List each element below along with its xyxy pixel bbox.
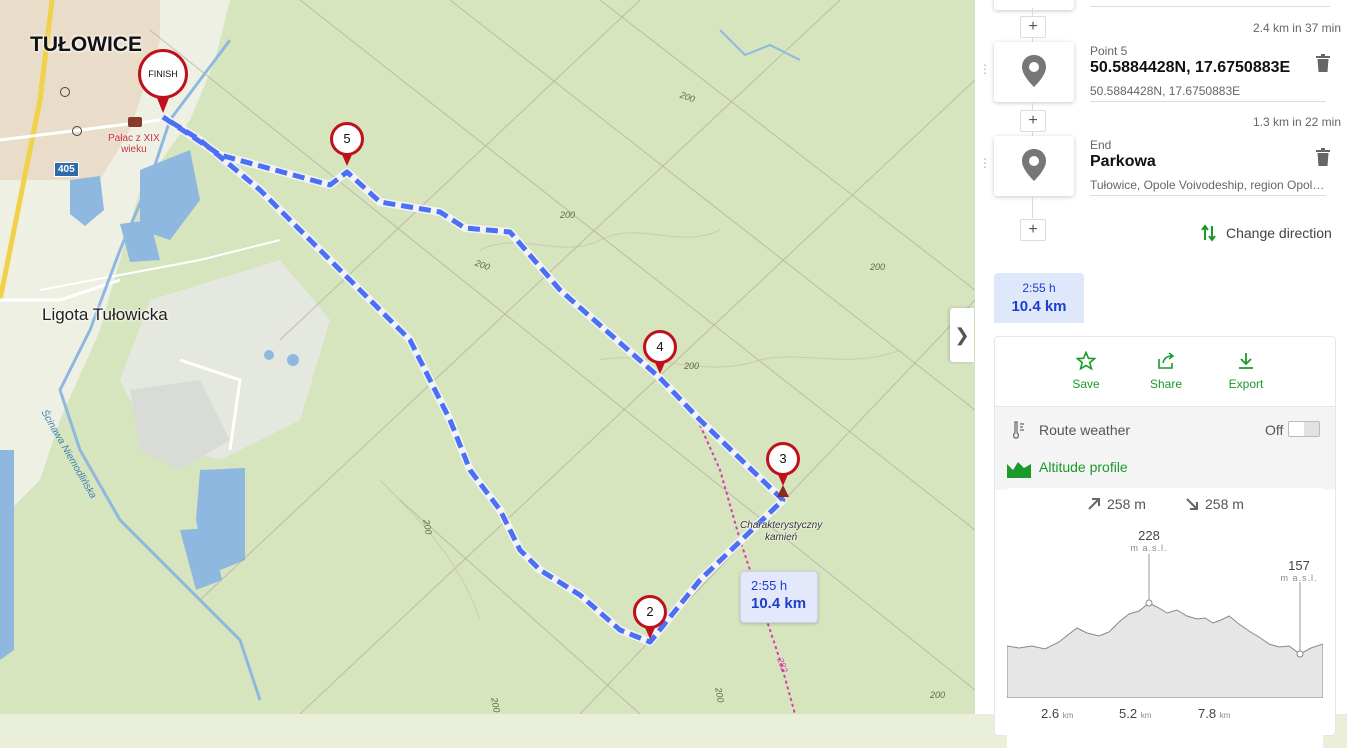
waypoint-previous-subtitle bbox=[1090, 0, 1330, 7]
x-tick-3-unit: km bbox=[1219, 711, 1231, 720]
summary-time: 2:55 h bbox=[1022, 281, 1056, 295]
waypoint-title[interactable]: 50.5884428N, 17.6750883E bbox=[1090, 59, 1290, 77]
altitude-profile-label: Altitude profile bbox=[1039, 459, 1128, 475]
chevron-right-icon: ❯ bbox=[954, 325, 970, 345]
summary-distance: 10.4 km bbox=[1011, 298, 1067, 315]
route-bubble-distance: 10.4 km bbox=[751, 595, 807, 612]
route-detail-card: Save Share Export Route weather Off Alti… bbox=[994, 336, 1336, 748]
waypoint-icon-box[interactable] bbox=[994, 42, 1074, 102]
contour-label: 200 bbox=[684, 361, 700, 371]
location-pin-icon bbox=[1022, 149, 1046, 181]
route-bubble-time: 2:55 h bbox=[751, 578, 788, 593]
collapse-panel-button[interactable]: ❯ bbox=[950, 308, 974, 362]
poi-label-palace: Pałac z XIX wieku bbox=[108, 133, 160, 155]
add-waypoint-button[interactable]: + bbox=[1020, 16, 1046, 38]
x-tick-1-unit: km bbox=[1062, 711, 1074, 720]
change-direction-button[interactable]: Change direction bbox=[1200, 222, 1332, 244]
waypoint-subtitle: Tułowice, Opole Voivodeship, region Opol… bbox=[1090, 178, 1326, 196]
route-marker-4-label: 4 bbox=[643, 330, 677, 364]
contour-label: 200 bbox=[560, 210, 576, 220]
route-connector-line bbox=[1032, 196, 1033, 218]
chapel-icon bbox=[60, 87, 70, 97]
contour-label: 200 bbox=[870, 262, 886, 272]
waypoint-title[interactable]: Parkowa bbox=[1090, 153, 1156, 171]
thermometer-icon bbox=[1013, 421, 1024, 439]
altitude-max-value: 228 bbox=[1138, 528, 1160, 543]
route-marker-5-label: 5 bbox=[330, 122, 364, 156]
trash-icon[interactable] bbox=[1315, 54, 1331, 72]
star-icon bbox=[1076, 351, 1096, 371]
map-canvas[interactable]: TUŁOWICE Ligota Tułowicka Pałac z XIX wi… bbox=[0, 0, 975, 714]
drag-handle-icon[interactable]: ⋮⋮ bbox=[979, 156, 1001, 170]
route-marker-2[interactable]: 2 bbox=[633, 595, 667, 645]
trash-icon[interactable] bbox=[1315, 148, 1331, 166]
contour-label: 200 bbox=[930, 690, 946, 700]
altitude-profile-plot bbox=[1007, 554, 1323, 698]
route-marker-5[interactable]: 5 bbox=[330, 122, 364, 172]
altitude-profile-header[interactable]: Altitude profile bbox=[995, 450, 1335, 490]
share-label: Share bbox=[1149, 377, 1183, 391]
descent-value: 258 m bbox=[1205, 496, 1244, 512]
segment-info-1: 2.4 km in 37 min bbox=[1252, 21, 1341, 35]
share-icon bbox=[1158, 352, 1175, 369]
road-number-shield: 405 bbox=[54, 162, 79, 177]
descent-stat: 258 m bbox=[1185, 496, 1244, 512]
download-icon bbox=[1239, 353, 1253, 369]
route-summary-tab[interactable]: 2:55 h 10.4 km bbox=[994, 273, 1084, 323]
waypoint-icon-box[interactable] bbox=[994, 136, 1074, 196]
swap-direction-icon bbox=[1201, 224, 1216, 242]
share-button[interactable]: Share bbox=[1136, 351, 1196, 391]
save-label: Save bbox=[1072, 377, 1100, 391]
waypoint-kind: End bbox=[1090, 138, 1112, 152]
add-waypoint-button[interactable]: + bbox=[1020, 110, 1046, 132]
ascent-value: 258 m bbox=[1107, 496, 1146, 512]
palace-icon bbox=[128, 117, 142, 127]
location-pin-icon bbox=[1022, 55, 1046, 87]
poi-label-stone: Charakterystyczny kamień bbox=[740, 520, 823, 543]
add-waypoint-button[interactable]: + bbox=[1020, 219, 1046, 241]
export-label: Export bbox=[1228, 377, 1264, 391]
route-summary-bubble[interactable]: 2:55 h 10.4 km bbox=[740, 571, 818, 623]
save-button[interactable]: Save bbox=[1056, 351, 1116, 391]
waypoint-row-point5[interactable]: ⋮⋮ Point 5 50.5884428N, 17.6750883E 50.5… bbox=[975, 42, 1347, 104]
arrow-down-right-icon bbox=[1186, 498, 1198, 510]
route-marker-finish-label: FINISH bbox=[138, 49, 188, 99]
town-label-secondary: Ligota Tułowicka bbox=[42, 305, 168, 324]
segment-info-2: 1.3 km in 22 min bbox=[1252, 115, 1341, 129]
waypoint-icon-previous[interactable] bbox=[994, 0, 1074, 10]
town-label-main: TUŁOWICE bbox=[30, 33, 142, 56]
route-marker-2-label: 2 bbox=[633, 595, 667, 629]
route-weather-state: Off bbox=[1265, 422, 1284, 438]
route-marker-3[interactable]: 3 bbox=[766, 442, 800, 492]
route-marker-3-label: 3 bbox=[766, 442, 800, 476]
export-button[interactable]: Export bbox=[1216, 351, 1276, 391]
mountain-icon bbox=[1007, 462, 1031, 478]
change-direction-label: Change direction bbox=[1226, 225, 1332, 241]
waypoint-row-end[interactable]: ⋮⋮ End Parkowa Tułowice, Opole Voivodesh… bbox=[975, 136, 1347, 198]
route-weather-toggle[interactable] bbox=[1288, 421, 1320, 437]
waypoint-subtitle: 50.5884428N, 17.6750883E bbox=[1090, 84, 1326, 102]
route-weather-row[interactable]: Route weather Off bbox=[995, 406, 1335, 451]
ascent-stat: 258 m bbox=[1087, 496, 1146, 512]
waypoint-kind: Point 5 bbox=[1090, 44, 1128, 58]
route-marker-4[interactable]: 4 bbox=[643, 330, 677, 380]
arrow-up-right-icon bbox=[1088, 498, 1100, 510]
x-tick-2-unit: km bbox=[1140, 711, 1152, 720]
altitude-profile-chart[interactable]: 258 m 258 m 228 m a.s.l. 157 m a.s.l. 2.… bbox=[1007, 488, 1323, 748]
drag-handle-icon[interactable]: ⋮⋮ bbox=[979, 62, 1001, 76]
route-weather-label: Route weather bbox=[1039, 422, 1131, 438]
church-icon bbox=[72, 126, 82, 136]
route-marker-finish[interactable]: FINISH bbox=[138, 49, 188, 117]
